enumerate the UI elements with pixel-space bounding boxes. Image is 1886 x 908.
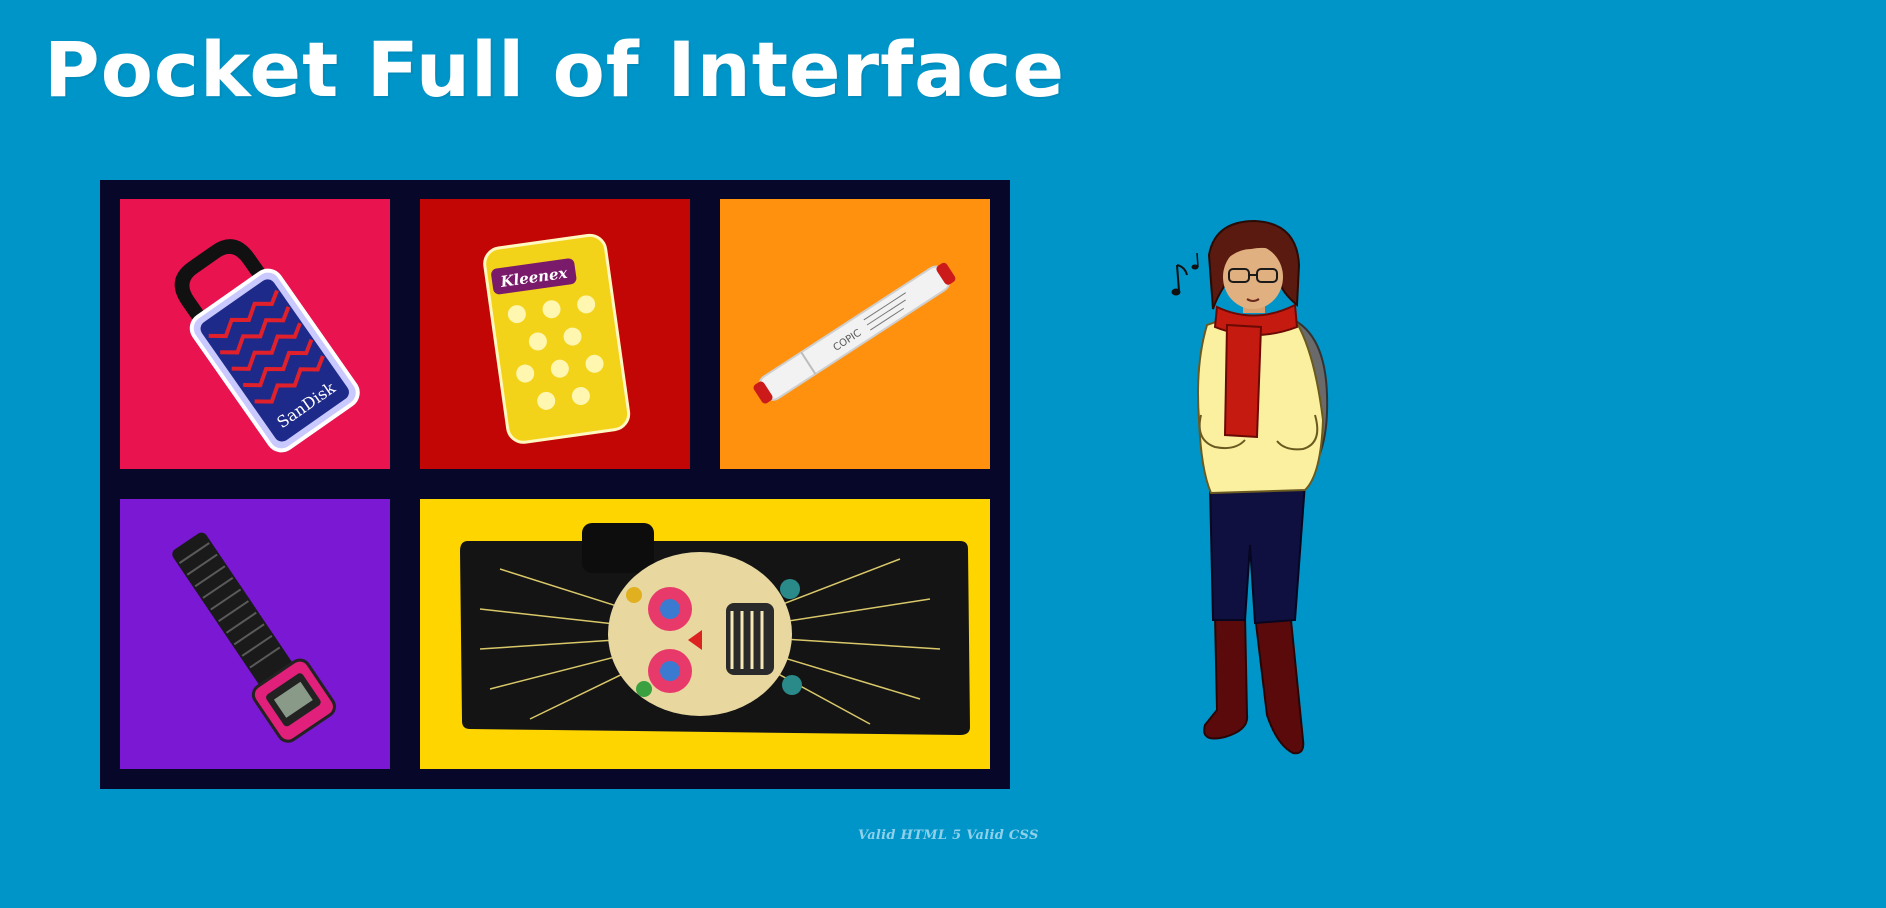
pocket-items-grid: SanDisk Kleenex COPIC	[100, 180, 1010, 789]
footer: Valid HTML 5 Valid CSS	[858, 828, 1039, 843]
usb-drive-tile[interactable]: SanDisk	[120, 199, 390, 469]
usb-drive-image: SanDisk	[174, 239, 360, 453]
wristwatch-image	[172, 532, 336, 743]
tissue-pack-image: Kleenex	[483, 233, 631, 444]
tissue-pack-tile[interactable]: Kleenex	[420, 199, 690, 469]
wristwatch-tile[interactable]	[120, 499, 390, 769]
girl-illustration	[1171, 219, 1329, 755]
wallet-tile[interactable]	[420, 499, 990, 769]
marker-image: COPIC	[753, 262, 956, 404]
music-notes-icon	[1171, 252, 1199, 296]
wallet-image	[460, 523, 970, 735]
marker-tile[interactable]: COPIC	[720, 199, 990, 469]
valid-html-link[interactable]: Valid HTML 5	[858, 828, 961, 843]
page-title: Pocket Full of Interface	[44, 25, 1066, 114]
valid-css-link[interactable]: Valid CSS	[966, 828, 1038, 843]
